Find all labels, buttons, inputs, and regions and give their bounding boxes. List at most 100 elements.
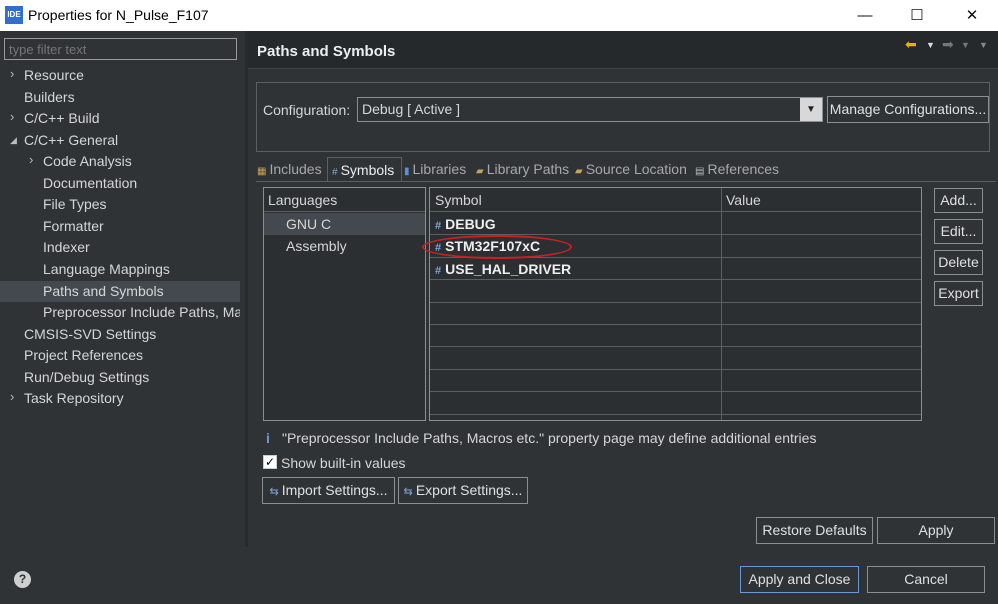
- close-button[interactable]: ✕: [949, 0, 995, 31]
- import-icon: ⇆: [269, 486, 282, 498]
- minimize-button[interactable]: —: [842, 0, 888, 31]
- collapsed-arrow-icon[interactable]: ›: [10, 108, 14, 127]
- export-label: Export Settings...: [415, 482, 523, 498]
- configuration-select[interactable]: Debug [ Active ] ▼: [357, 97, 823, 122]
- collapsed-arrow-icon[interactable]: ›: [29, 151, 33, 170]
- symbol-name: DEBUG: [445, 216, 496, 232]
- column-header-value[interactable]: Value: [721, 188, 921, 212]
- table-row[interactable]: # USE_HAL_DRIVER: [430, 258, 921, 281]
- tab-label: Library Paths: [486, 161, 570, 177]
- language-item-assembly[interactable]: Assembly: [264, 235, 425, 257]
- tree-item[interactable]: › C/C++ Build: [0, 108, 240, 129]
- maximize-button[interactable]: ☐: [894, 0, 940, 31]
- tree-item[interactable]: Indexer: [0, 237, 240, 258]
- tree-item[interactable]: Language Mappings: [0, 259, 240, 280]
- table-row[interactable]: # DEBUG: [430, 213, 921, 236]
- add-button[interactable]: Add...: [934, 188, 983, 213]
- tab-label: Libraries: [412, 161, 467, 177]
- tree-item-label: Documentation: [43, 174, 138, 191]
- tab-symbols[interactable]: # Symbols: [327, 157, 402, 181]
- includes-icon: ▦: [257, 166, 267, 177]
- page-title: Paths and Symbols: [257, 43, 396, 60]
- tree-item[interactable]: › Task Repository: [0, 388, 240, 409]
- cancel-button[interactable]: Cancel: [867, 566, 985, 593]
- restore-defaults-button[interactable]: Restore Defaults: [756, 517, 873, 544]
- back-dropdown-icon[interactable]: ▼: [926, 40, 935, 50]
- export-button[interactable]: Export: [934, 281, 983, 306]
- import-label: Import Settings...: [281, 482, 388, 498]
- table-row-empty: [430, 303, 921, 325]
- symbol-cell: # USE_HAL_DRIVER: [435, 261, 571, 277]
- export-icon: ⇆: [403, 486, 416, 498]
- tab-label: References: [707, 161, 780, 177]
- tree-item[interactable]: Preprocessor Include Paths, Mac: [0, 302, 240, 323]
- column-header-symbol[interactable]: Symbol: [430, 188, 721, 212]
- symbols-table: Symbol Value # DEBUG # STM32F107xC # USE_HA…: [429, 187, 922, 421]
- symbol-icon: #: [435, 220, 442, 232]
- tab-includes[interactable]: ▦ Includes: [257, 157, 327, 181]
- tree-item[interactable]: Project References: [0, 345, 240, 366]
- tab-label: Includes: [269, 161, 322, 177]
- apply-and-close-button[interactable]: Apply and Close: [740, 566, 859, 593]
- tree-item[interactable]: CMSIS-SVD Settings: [0, 324, 240, 345]
- table-row-empty: [430, 392, 921, 415]
- tree-item-label: Run/Debug Settings: [24, 368, 150, 385]
- edit-button[interactable]: Edit...: [934, 219, 983, 244]
- source-location-icon: ▰: [575, 166, 583, 177]
- tab-libraries[interactable]: ▮ Libraries: [404, 157, 474, 181]
- show-builtin-label: Show built-in values: [281, 455, 406, 471]
- tree-item[interactable]: Documentation: [0, 173, 240, 194]
- help-icon[interactable]: ?: [14, 571, 31, 588]
- tree-item-label: Builders: [24, 88, 75, 105]
- tab-divider: [256, 181, 996, 182]
- info-text: "Preprocessor Include Paths, Macros etc.…: [282, 430, 817, 446]
- title-bar: IDE Properties for N_Pulse_F107 — ☐ ✕: [0, 0, 998, 31]
- tree-item[interactable]: Paths and Symbols: [0, 280, 240, 302]
- menu-chevron-icon[interactable]: ▼: [979, 40, 988, 50]
- table-row-empty: [430, 280, 921, 303]
- symbol-cell: # DEBUG: [435, 216, 496, 232]
- tree-item[interactable]: › Resource: [0, 65, 240, 86]
- tree-item[interactable]: Run/Debug Settings: [0, 367, 240, 388]
- tab-library-paths[interactable]: ▰ Library Paths: [476, 157, 572, 181]
- tree-item[interactable]: Formatter: [0, 216, 240, 237]
- tree-item-label: Project References: [24, 347, 144, 364]
- collapsed-arrow-icon[interactable]: ›: [10, 388, 14, 407]
- tree-item-label: File Types: [43, 196, 107, 213]
- export-settings-button[interactable]: ⇆ Export Settings...: [398, 477, 528, 504]
- manage-configurations-button[interactable]: Manage Configurations...: [827, 96, 989, 123]
- language-item-gnu-c[interactable]: GNU C: [264, 213, 425, 235]
- tree-item-label: C/C++ General: [24, 131, 119, 148]
- tab-references[interactable]: ▤ References: [695, 157, 785, 181]
- tab-source-location[interactable]: ▰ Source Location: [575, 157, 691, 181]
- delete-button[interactable]: Delete: [934, 250, 983, 275]
- library-paths-icon: ▰: [476, 166, 484, 177]
- collapsed-arrow-icon[interactable]: ›: [10, 65, 14, 84]
- tree-item-label: Code Analysis: [43, 153, 132, 170]
- libraries-icon: ▮: [404, 166, 410, 177]
- apply-button[interactable]: Apply: [877, 517, 995, 544]
- back-arrow-icon[interactable]: ⬅: [905, 36, 917, 53]
- symbol-icon: #: [435, 264, 442, 277]
- forward-arrow-icon[interactable]: ➡: [942, 36, 954, 53]
- tree-item[interactable]: › Code Analysis: [0, 151, 240, 172]
- tree-item[interactable]: File Types: [0, 194, 240, 215]
- table-row-empty: [430, 325, 921, 348]
- tree-item-label: C/C++ Build: [24, 110, 100, 127]
- references-icon: ▤: [695, 166, 705, 177]
- tree-item-label: Language Mappings: [43, 260, 170, 277]
- tree-item-label: Resource: [24, 67, 84, 83]
- tree-item[interactable]: ◢ C/C++ General: [0, 130, 240, 151]
- show-builtin-checkbox[interactable]: ✓: [263, 455, 277, 469]
- import-settings-button[interactable]: ⇆ Import Settings...: [262, 477, 395, 504]
- filter-input[interactable]: [4, 38, 237, 60]
- configuration-value: Debug [ Active ]: [362, 101, 461, 117]
- symbol-name: USE_HAL_DRIVER: [445, 260, 572, 277]
- tree-item[interactable]: Builders: [0, 87, 240, 108]
- forward-dropdown-icon[interactable]: ▼: [961, 40, 970, 50]
- chevron-down-icon: ▼: [800, 98, 822, 121]
- tab-label: Symbols: [340, 162, 395, 178]
- tree-item-label: CMSIS-SVD Settings: [24, 325, 157, 342]
- languages-header: Languages: [264, 188, 425, 212]
- expanded-arrow-icon[interactable]: ◢: [10, 130, 17, 151]
